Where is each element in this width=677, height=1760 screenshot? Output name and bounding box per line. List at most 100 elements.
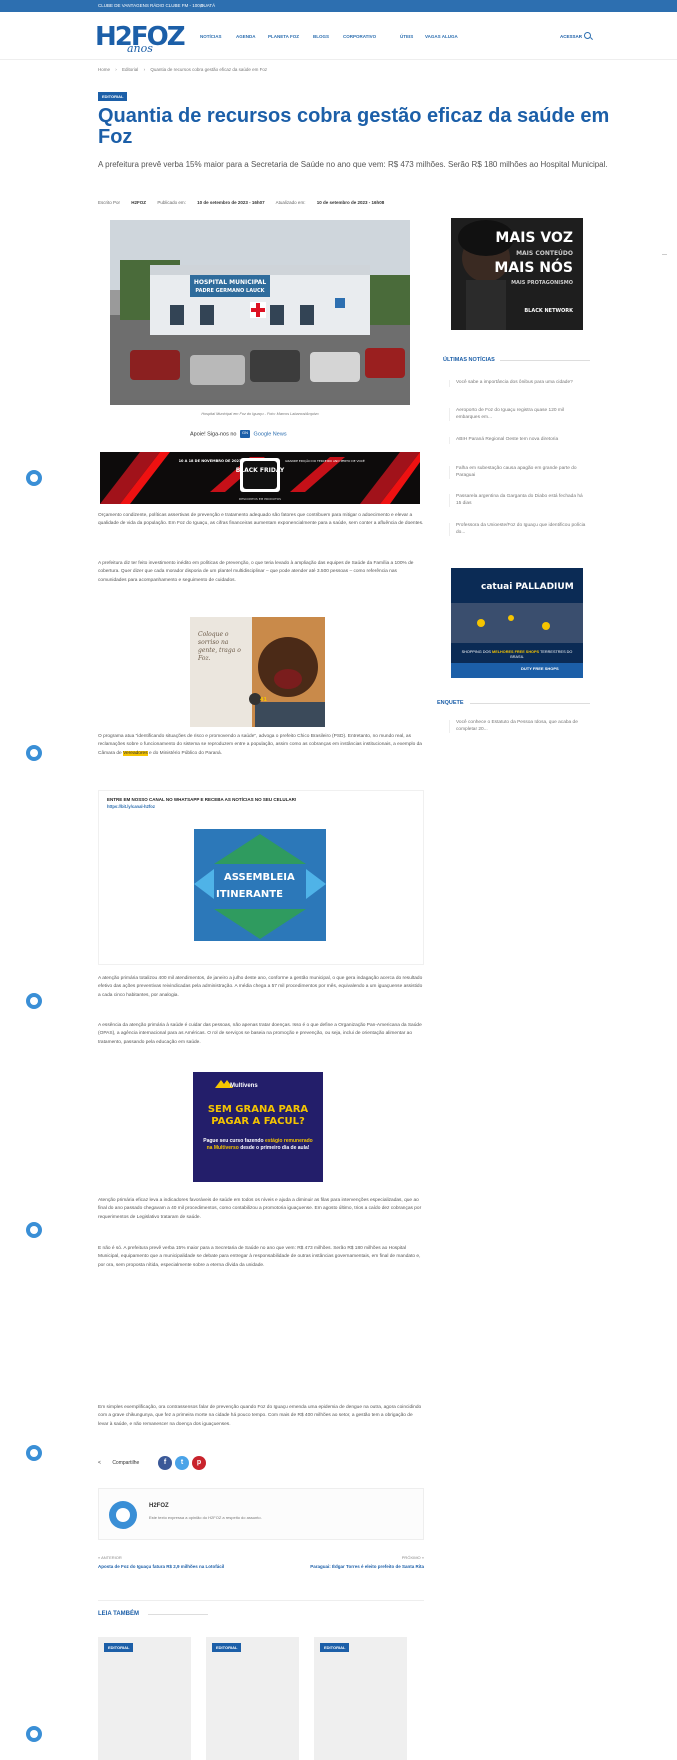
breadcrumb-separator: › xyxy=(143,67,146,72)
black-friday-banner[interactable]: BLACK FRIDAY 10 A 18 DE NOVEMBRO DE 2023… xyxy=(100,452,420,504)
chat-bubble-icon[interactable] xyxy=(26,745,42,761)
divider xyxy=(470,703,590,704)
next-title[interactable]: Paraguai: Édgar Torres é eleito prefeito… xyxy=(274,1564,424,1570)
article-paragraph: Atenção primária eficaz leva a indicador… xyxy=(98,1198,422,1220)
article-paragraph: A atenção primária totalizou 400 mil ate… xyxy=(98,976,423,998)
highlighted-link[interactable]: Vereadores xyxy=(123,750,148,756)
latest-news-heading: ÚLTIMAS NOTÍCIAS xyxy=(443,357,495,363)
latest-news-item[interactable]: Aeroporto de Foz do Iguaçu registra quas… xyxy=(449,408,589,422)
topbar-link-radio[interactable]: RÁDIO CLUBE FM - 100,9 xyxy=(150,3,204,8)
nav-noticias[interactable]: NOTÍCIAS xyxy=(200,34,222,39)
latest-news-item[interactable]: Passarela argentina da Garganta do Diabo… xyxy=(449,494,589,508)
banner-footer: DESCONTOS EM PRODUTOS xyxy=(239,497,281,501)
ad1-line4: MAIS PROTAGONISMO xyxy=(511,280,573,286)
author-box: H2FOZ Este texto expressa a opinião do H… xyxy=(98,1488,424,1540)
article-paragraph: A prefeitura diz ter feito investimento … xyxy=(98,561,414,583)
logo-sub: anos xyxy=(127,42,153,55)
breadcrumb-editorial[interactable]: Editorial xyxy=(122,67,138,72)
hero-sign-line2: PADRE GERMANO LAUCK xyxy=(195,288,265,294)
category-badge-wrap: EDITORIAL xyxy=(98,92,128,101)
topbar-link-clube[interactable]: CLUBE DE VANTAGENS xyxy=(98,3,149,8)
category-badge[interactable]: EDITORIAL xyxy=(320,1643,350,1652)
next-post[interactable]: PRÓXIMO » Paraguai: Édgar Torres é eleit… xyxy=(274,1555,424,1570)
google-news-cta[interactable]: Apoie! Siga-nos no GN Google News xyxy=(190,430,287,438)
ad-assembleia-graphic xyxy=(194,829,326,941)
svg-text:41: 41 xyxy=(260,697,267,703)
breadcrumb-current: Quantia de recursos cobra gestão eficaz … xyxy=(150,67,268,72)
article-title: Quantia de recursos cobra gestão eficaz … xyxy=(98,105,610,148)
banner-title: BLACK FRIDAY xyxy=(236,467,285,474)
login-link[interactable]: ACESSAR xyxy=(560,34,582,39)
share-label: Compartilhe xyxy=(112,1460,140,1466)
ad-assembleia-line2: ITINERANTE xyxy=(216,889,283,900)
chat-bubble-icon[interactable] xyxy=(26,470,42,486)
nav-vagas-aluga[interactable]: VAGAS ALUGA xyxy=(425,34,458,39)
ad-multiverso-headline: SEM GRANA PARA PAGAR A FACUL? xyxy=(207,1104,309,1127)
banner-graphic: BLACK FRIDAY 10 A 18 DE NOVEMBRO DE 2023… xyxy=(100,452,420,504)
ad-catuai-text: SHOPPING DOS MELHORES FREE SHOPS TERREST… xyxy=(461,650,573,660)
ad-multiverso[interactable]: Multivens SEM GRANA PARA PAGAR A FACUL? … xyxy=(193,1072,323,1182)
related-card[interactable]: EDITORIAL xyxy=(314,1637,407,1760)
banner-date: 10 A 18 DE NOVEMBRO DE 2023 xyxy=(179,459,242,463)
latest-news-item[interactable]: ABIH Paraná Regional Oeste tem nova dire… xyxy=(449,437,589,444)
related-section: LEIA TAMBÉM xyxy=(98,1600,424,1617)
pinterest-icon[interactable]: p xyxy=(192,1456,206,1470)
avatar xyxy=(109,1501,137,1529)
chat-bubble-icon[interactable] xyxy=(26,1222,42,1238)
article-paragraph: Em simples exemplificação, ora contrasse… xyxy=(98,1405,422,1427)
breadcrumb: Home › Editorial › Quantia de recursos c… xyxy=(98,67,271,72)
facebook-icon[interactable]: f xyxy=(158,1456,172,1470)
author-description: Este texto expressa a opinião do H2FOZ a… xyxy=(149,1515,262,1520)
author-meta: Escrito Por H2FOZ xyxy=(98,200,147,205)
latest-news-item[interactable]: Você sabe a importância dos ônibus para … xyxy=(449,380,589,387)
author-link[interactable]: H2FOZ xyxy=(131,200,146,205)
twitter-icon[interactable]: t xyxy=(175,1456,189,1470)
ad-assembleia[interactable]: ASSEMBLEIA ITINERANTE xyxy=(194,829,326,941)
next-label: PRÓXIMO » xyxy=(401,1555,424,1560)
article-paragraph: Orçamento condizente, políticas assertiv… xyxy=(98,513,424,527)
nav-uteis[interactable]: ÚTEIS xyxy=(400,34,413,39)
prev-post[interactable]: « ANTERIOR Aposta de Foz do Iguaçu fatur… xyxy=(98,1555,248,1570)
poll-item[interactable]: Você conhece o Estatuto da Pessoa Idosa,… xyxy=(449,720,589,734)
related-heading: LEIA TAMBÉM xyxy=(98,1611,139,1617)
category-badge[interactable]: EDITORIAL xyxy=(104,1643,134,1652)
prev-title[interactable]: Aposta de Foz do Iguaçu fatura R$ 2,9 mi… xyxy=(98,1564,248,1570)
article-paragraph: O programa atua "identificando situações… xyxy=(98,734,422,756)
banner-right-text: GRANDE EDIÇÃO DO TERCEIRO ANO PERTO DE V… xyxy=(285,458,365,463)
google-news-link[interactable]: Google News xyxy=(254,431,287,437)
whatsapp-box: ENTRE EM NOSSO CANAL NO WHATSAPP E RECEB… xyxy=(98,790,424,965)
search-icon[interactable] xyxy=(584,32,591,39)
article-meta: Escrito Por H2FOZ Publicado em: 10 de se… xyxy=(98,200,394,205)
ad-multiverso-brand: Multivens xyxy=(230,1083,258,1089)
whatsapp-title: ENTRE EM NOSSO CANAL NO WHATSAPP E RECEB… xyxy=(107,797,297,802)
nav-blogs[interactable]: BLOGS xyxy=(313,34,329,39)
category-badge[interactable]: EDITORIAL xyxy=(212,1643,242,1652)
ad1-line1: MAIS VOZ xyxy=(495,230,573,246)
nav-agenda[interactable]: AGENDA xyxy=(236,34,256,39)
updated-meta: Atualizado em: 10 de setembro de 2023 - … xyxy=(275,200,385,205)
topbar-link-guata[interactable]: GUATÁ xyxy=(200,3,215,8)
divider xyxy=(148,1614,208,1615)
ad1-line2: MAIS CONTEÚDO xyxy=(516,250,573,257)
latest-news-item[interactable]: Professora da Unioeste/Foz do Iguaçu que… xyxy=(449,523,589,537)
breadcrumb-home[interactable]: Home xyxy=(98,67,110,72)
latest-news-item[interactable]: Falha em subestação causa apagão em gran… xyxy=(449,466,589,480)
related-card[interactable]: EDITORIAL xyxy=(206,1637,299,1760)
chat-bubble-icon[interactable] xyxy=(26,1726,42,1742)
related-card[interactable]: EDITORIAL xyxy=(98,1637,191,1760)
nav-corporativo[interactable]: CORPORATIVO xyxy=(343,34,376,39)
sidebar-ad-catuai[interactable]: catuai PALLADIUM SHOPPING DOS MELHORES F… xyxy=(451,568,583,678)
poll-heading: ENQUETE xyxy=(437,700,464,706)
chat-bubble-icon[interactable] xyxy=(26,1445,42,1461)
share-bar: < Compartilhe f t p xyxy=(98,1456,206,1470)
site-logo[interactable]: H2FOZ anos xyxy=(95,22,186,56)
whatsapp-link[interactable]: https://bit.ly/canal-h2foz xyxy=(107,804,155,809)
ad-assembleia-line1: ASSEMBLEIA xyxy=(224,872,295,883)
nav-planeta-foz[interactable]: PLANETA FOZ xyxy=(268,34,299,39)
sidebar-ad-black-network[interactable]: MAIS VOZ MAIS CONTEÚDO MAIS NÓS MAIS PRO… xyxy=(451,218,583,330)
category-badge[interactable]: EDITORIAL xyxy=(98,92,128,101)
ad-kid[interactable]: 41 Coloque o sorriso na gente, traga o F… xyxy=(190,617,325,727)
hero-caption: Hospital Municipal em Foz do Iguaçu - Fo… xyxy=(201,412,319,416)
chat-bubble-icon[interactable] xyxy=(26,993,42,1009)
author-name[interactable]: H2FOZ xyxy=(149,1503,169,1509)
